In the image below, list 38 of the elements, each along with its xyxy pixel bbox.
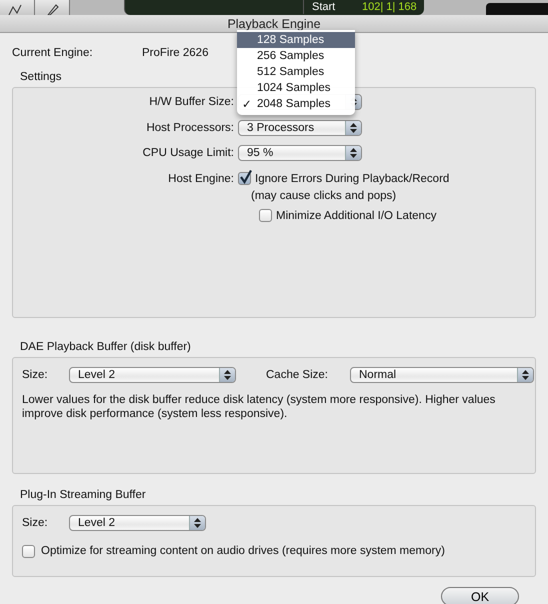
field-label: Size:	[22, 517, 49, 529]
checkbox-label[interactable]: Optimize for streaming content on audio drives (requires more system memory)	[41, 545, 445, 557]
field-label: H/W Buffer Size:	[148, 96, 234, 108]
field-label: Current Engine:	[12, 47, 94, 59]
group-title: Plug-In Streaming Buffer	[20, 489, 146, 503]
menu-item[interactable]: 256 Samples	[237, 48, 355, 64]
meter-display	[486, 3, 548, 15]
dropdown[interactable]: 95 %	[238, 145, 362, 161]
menu-item[interactable]: 1024 Samples	[237, 80, 355, 96]
field-label: CPU Usage Limit:	[142, 147, 234, 159]
field-label: Host Processors:	[145, 122, 234, 134]
field-label: Host Engine:	[167, 172, 234, 184]
group-title: DAE Playback Buffer (disk buffer)	[20, 341, 191, 355]
description-text: Lower values for the disk buffer reduce disk latency (system more responsive). Higher values improve disk performance (system less responsive).	[22, 393, 496, 421]
checkbox[interactable]	[238, 172, 251, 185]
ok-button[interactable]: OK	[441, 587, 519, 604]
window-title: Playback Engine	[227, 17, 321, 31]
dropdown[interactable]: Level 2	[69, 367, 236, 383]
group-title: Settings	[20, 71, 62, 85]
menu-item[interactable]: ✓ 2048 Samples	[237, 96, 355, 112]
checkbox-label[interactable]: Minimize Additional I/O Latency	[276, 210, 436, 222]
checkbox[interactable]	[22, 544, 35, 558]
counter-label: Start	[303, 0, 352, 14]
counter-value: 102| 1| 168	[362, 0, 417, 14]
check-mark-icon: ✓	[242, 99, 252, 111]
toolbar-icon[interactable]	[0, 0, 35, 15]
menu-item[interactable]: 128 Samples	[237, 32, 355, 48]
pencil-icon[interactable]	[35, 0, 70, 15]
dropdown[interactable]: Level 2	[69, 515, 206, 531]
dropdown[interactable]: 3 Processors	[238, 120, 362, 136]
checkbox-label[interactable]: Ignore Errors During Playback/Record	[255, 172, 450, 184]
note-text: (may cause clicks and pops)	[251, 190, 398, 204]
dropdown[interactable]: Normal	[350, 367, 534, 383]
engine-name: ProFire 2626	[142, 47, 208, 59]
menu-item[interactable]: 512 Samples	[237, 64, 355, 80]
checkbox[interactable]	[259, 209, 272, 222]
field-label: Cache Size:	[266, 369, 330, 381]
field-label: Size:	[22, 369, 49, 381]
